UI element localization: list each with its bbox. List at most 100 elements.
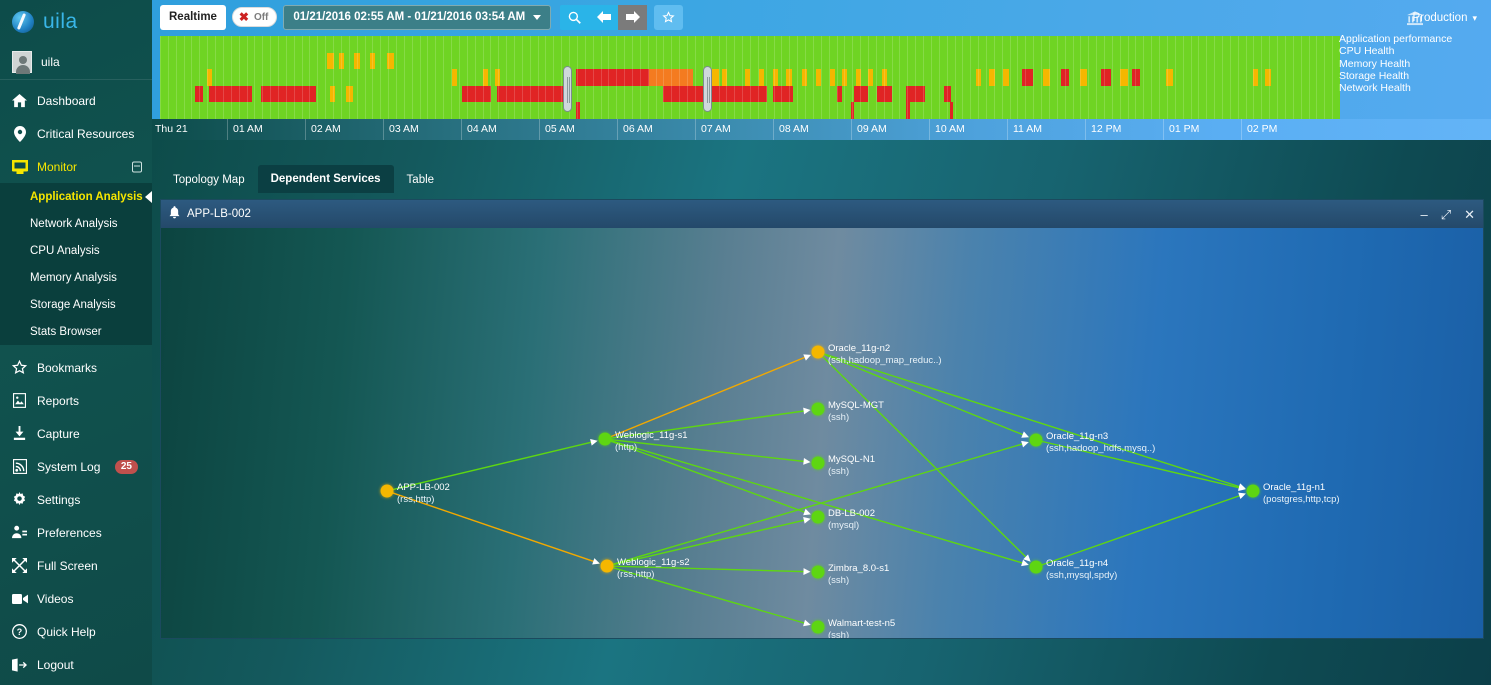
timeline-gridline [239,36,240,119]
timeline-gridline [947,36,948,119]
graph-edge [613,519,809,565]
tab-table[interactable]: Table [394,167,448,193]
timeline-gridline [545,36,546,119]
axis-tick-label: 01 AM [233,123,263,135]
sidebar-item-storage-analysis[interactable]: Storage Analysis [0,291,152,318]
date-range-value: 01/21/2016 02:55 AM - 01/21/2016 03:54 A… [293,11,525,23]
sidebar-item-logout[interactable]: Logout [0,648,152,681]
timeline-gridline [1025,36,1026,119]
back-button[interactable] [589,5,618,30]
edge-arrow-icon [592,558,600,564]
sidebar-item-stats-browser[interactable]: Stats Browser [0,318,152,345]
graph-node[interactable] [812,403,825,416]
axis-tick-label: 02 AM [311,123,341,135]
user-row[interactable]: uila [0,44,152,80]
timeline-segment [950,102,953,119]
sidebar-item-label: Logout [37,658,74,672]
collapse-icon[interactable] [132,161,142,172]
timeline-gridline [624,36,625,119]
timeline-gridline [475,36,476,119]
edge-arrow-icon [1238,493,1246,499]
timeline-segment [452,69,457,86]
timeline-segment [759,69,764,86]
timeline-gridline [1135,36,1136,119]
sidebar-item-memory-analysis[interactable]: Memory Analysis [0,264,152,291]
sidebar-item-network-analysis[interactable]: Network Analysis [0,210,152,237]
graph-node[interactable] [812,621,825,634]
favorite-button[interactable] [654,5,683,30]
timeline-gridline [191,36,192,119]
timeline-gridline [899,36,900,119]
rss-icon [11,458,28,475]
user-name: uila [41,55,60,69]
sidebar-item-monitor[interactable]: Monitor [0,150,152,183]
selection-handle-left[interactable] [563,66,572,112]
sidebar-item-capture[interactable]: Capture [0,417,152,450]
sidebar-item-label: Preferences [37,526,102,540]
submenu-label: Network Analysis [30,218,118,230]
graph-node[interactable] [1030,434,1043,447]
timeline-gridline [1301,36,1302,119]
search-button[interactable] [560,5,589,30]
forward-button[interactable] [618,5,647,30]
graph-node[interactable] [812,566,825,579]
expand-icon[interactable]: ⤢ [1441,208,1451,221]
graph-node[interactable] [812,457,825,470]
timeline-gridline [530,36,531,119]
tab-dependent-services[interactable]: Dependent Services [258,165,394,193]
timeline-gridline [1253,36,1254,119]
realtime-toggle[interactable]: ✖ Off [232,7,277,27]
timeline-gridline [1316,36,1317,119]
timeline-gridline [302,36,303,119]
sidebar-item-cpu-analysis[interactable]: CPU Analysis [0,237,152,264]
datacenter-selector[interactable]: Production ▾ [1412,12,1477,24]
dependency-graph-canvas[interactable]: APP-LB-002(rss,http)Weblogic_11g-s1(http… [161,228,1483,638]
fullscreen-icon [11,557,28,574]
timeline-gridline [325,36,326,119]
sidebar-item-application-analysis[interactable]: Application Analysis [0,183,152,210]
sidebar-item-preferences[interactable]: Preferences [0,516,152,549]
timeline-gridline [601,36,602,119]
graph-node[interactable] [812,511,825,524]
sidebar-item-system-log[interactable]: System Log 25 [0,450,152,483]
timeline-gridline [734,36,735,119]
timeline-gridline [585,36,586,119]
timeline-gridline [813,36,814,119]
sidebar-item-videos[interactable]: Videos [0,582,152,615]
selection-handle-right[interactable] [703,66,712,112]
graph-node[interactable] [812,346,825,359]
gear-icon [11,491,28,508]
app-logo[interactable]: uila [0,0,152,44]
sidebar-item-dashboard[interactable]: Dashboard [0,84,152,117]
minimize-icon[interactable]: – [1420,208,1427,221]
realtime-button[interactable]: Realtime [160,5,226,30]
health-timeline[interactable] [160,36,1340,119]
sidebar-item-critical-resources[interactable]: Critical Resources [0,117,152,150]
sidebar-item-full-screen[interactable]: Full Screen [0,549,152,582]
graph-node[interactable] [601,560,614,573]
toggle-state-label: Off [254,12,268,23]
timeline-gridline [758,36,759,119]
close-icon[interactable]: ✕ [1464,208,1475,221]
sidebar-item-label: Dashboard [37,94,96,108]
arrow-right-icon [626,11,640,23]
graph-node[interactable] [1247,485,1260,498]
panel-title: APP-LB-002 [187,208,251,220]
timeline-gridline [317,36,318,119]
graph-node[interactable] [599,433,612,446]
timeline-gridline [797,36,798,119]
timeline-gridline [986,36,987,119]
sidebar-item-reports[interactable]: Reports [0,384,152,417]
sidebar-item-bookmarks[interactable]: Bookmarks [0,351,152,384]
tab-topology-map[interactable]: Topology Map [160,167,258,193]
timeline-gridline [1096,36,1097,119]
graph-edge [611,441,810,514]
timeline-gridline [215,36,216,119]
graph-node[interactable] [381,485,394,498]
graph-node[interactable] [1030,561,1043,574]
date-range-picker[interactable]: 01/21/2016 02:55 AM - 01/21/2016 03:54 A… [283,5,551,30]
legend-item: Network Health [1339,82,1485,94]
timeline-gridline [1049,36,1050,119]
sidebar-item-settings[interactable]: Settings [0,483,152,516]
sidebar-item-quick-help[interactable]: ? Quick Help [0,615,152,648]
